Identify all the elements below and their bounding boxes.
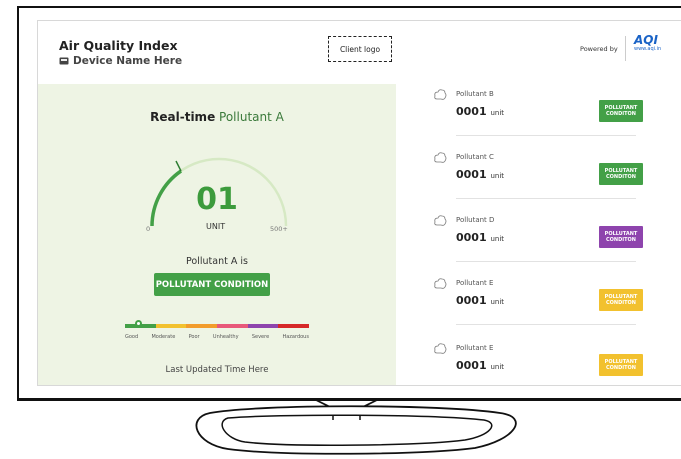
- realtime-title: Real-time Pollutant A: [38, 110, 396, 124]
- pollutant-number: 0001: [456, 105, 487, 118]
- gauge-max-label: 500+: [270, 225, 288, 233]
- pollutant-number: 0001: [456, 359, 487, 372]
- scale-segment-unhealthy: [217, 324, 248, 328]
- tv-neck: [315, 399, 378, 421]
- cloud-icon: [434, 215, 447, 226]
- scale-label-poor: Poor: [188, 334, 200, 340]
- scale-labels: Good Moderate Poor Unhealthy Severe Haza…: [125, 334, 309, 340]
- pollutant-unit: unit: [490, 363, 505, 371]
- pollutant-condition-badge: POLLUTANT CONDITON: [599, 289, 643, 311]
- pollutant-value: 0001 unit: [456, 105, 504, 118]
- pollutant-value: 0001 unit: [456, 359, 504, 372]
- pollutant-value: 0001 unit: [456, 168, 504, 181]
- tv-neck-front: [332, 416, 361, 420]
- gauge-unit: UNIT: [206, 222, 226, 231]
- card-divider: [456, 198, 636, 199]
- realtime-pollutant-name: Pollutant A: [219, 110, 284, 124]
- pollutant-number: 0001: [456, 231, 487, 244]
- realtime-label: Real-time: [150, 110, 216, 124]
- gauge-value: 01: [196, 182, 238, 217]
- cloud-icon: [434, 152, 447, 163]
- pollutant-condition-badge: POLLUTANT CONDITON: [599, 100, 643, 122]
- pollutant-number: 0001: [456, 168, 487, 181]
- tv-base-outer: [195, 405, 517, 455]
- pollutant-card[interactable]: Pollutant E 0001 unit POLLUTANT CONDITON: [426, 340, 681, 385]
- header-divider: [625, 36, 626, 61]
- aqi-logo-url: www.aqi.in: [634, 46, 662, 52]
- tv-base-inner: [221, 414, 493, 446]
- pollutant-name: Pollutant C: [456, 153, 494, 161]
- pollutant-card[interactable]: Pollutant E 0001 unit POLLUTANT CONDITON: [426, 275, 681, 335]
- realtime-panel: Real-time Pollutant A 01 UNIT 0 500+ Pol…: [38, 84, 396, 385]
- page-title: Air Quality Index: [59, 38, 178, 53]
- pollutant-card[interactable]: Pollutant C 0001 unit POLLUTANT CONDITON: [426, 149, 681, 209]
- pollutant-name: Pollutant E: [456, 344, 494, 352]
- pollutant-name: Pollutant B: [456, 90, 494, 98]
- device-name-row: Device Name Here: [59, 55, 182, 67]
- scale-segment-hazardous: [278, 324, 310, 328]
- pollutant-value: 0001 unit: [456, 294, 504, 307]
- client-logo-label: Client logo: [339, 44, 381, 54]
- gauge-min-label: 0: [146, 225, 151, 233]
- client-logo-placeholder: Client logo: [328, 36, 392, 62]
- powered-by-label: Powered by: [580, 45, 618, 53]
- pollutant-unit: unit: [490, 172, 505, 180]
- gauge-needle: [175, 160, 182, 172]
- pollutant-unit: unit: [490, 298, 505, 306]
- scale-label-unhealthy: Unhealthy: [212, 334, 239, 340]
- device-icon: [59, 57, 69, 65]
- scale-label-moderate: Moderate: [151, 334, 176, 340]
- scale-label-severe: Severe: [251, 334, 270, 340]
- cloud-icon: [434, 89, 447, 100]
- scale-label-hazardous: Hazardous: [282, 334, 309, 340]
- pollutant-card[interactable]: Pollutant B 0001 unit POLLUTANT CONDITON: [426, 86, 681, 146]
- scale-label-good: Good: [125, 334, 139, 340]
- aqi-logo-text: AQI: [634, 33, 658, 47]
- pollutant-unit: unit: [490, 235, 505, 243]
- pollutant-condition-badge: POLLUTANT CONDITON: [599, 163, 643, 185]
- cloud-icon: [434, 278, 447, 289]
- aqi-logo[interactable]: AQI www.aqi.in: [634, 33, 662, 52]
- card-divider: [456, 324, 636, 325]
- pollutant-card[interactable]: Pollutant D 0001 unit POLLUTANT CONDITON: [426, 212, 681, 272]
- pollutant-value: 0001 unit: [456, 231, 504, 244]
- cloud-icon: [434, 343, 447, 354]
- pollutant-name: Pollutant D: [456, 216, 495, 224]
- condition-badge: POLLUTANT CONDITION: [154, 273, 270, 296]
- pollutant-condition-badge: POLLUTANT CONDITON: [599, 354, 643, 376]
- pollutant-number: 0001: [456, 294, 487, 307]
- scale-segment-severe: [247, 324, 279, 328]
- scale-indicator: [135, 320, 142, 327]
- status-prefix: Pollutant A is: [186, 256, 248, 267]
- scale-segment-moderate: [155, 324, 187, 328]
- card-divider: [456, 261, 636, 262]
- scale-segment-poor: [186, 324, 218, 328]
- pollutant-unit: unit: [490, 109, 505, 117]
- device-name: Device Name Here: [73, 55, 183, 67]
- aqi-scale-bar: [125, 324, 310, 328]
- pollutant-condition-badge: POLLUTANT CONDITON: [599, 226, 643, 248]
- pollutant-name: Pollutant E: [456, 279, 494, 287]
- card-divider: [456, 135, 636, 136]
- last-updated-time: Last Updated Time Here: [165, 365, 269, 375]
- aqi-dashboard-screen: Air Quality Index Device Name Here Clien…: [37, 20, 681, 386]
